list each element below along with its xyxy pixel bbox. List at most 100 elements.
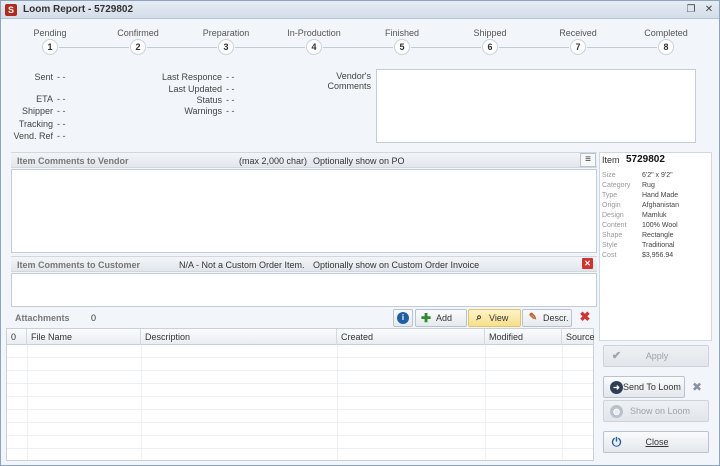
table-row[interactable] <box>7 345 593 358</box>
table-row[interactable] <box>7 410 593 423</box>
delete-icon: ✖ <box>579 309 591 324</box>
table-row[interactable] <box>7 358 593 371</box>
cancel-send-icon[interactable]: ✖ <box>690 380 704 394</box>
col-modified-header[interactable]: Modified <box>485 329 562 345</box>
show-on-loom-button[interactable]: ◍ Show on Loom <box>603 400 709 422</box>
attachments-count: 0 <box>91 313 97 323</box>
step-number-1: 1 <box>42 39 58 55</box>
close-button-label: Close <box>645 437 669 447</box>
delete-attachment-button[interactable]: ✖ <box>575 309 595 327</box>
step-connector <box>59 47 129 48</box>
prop-shape-value: Rectangle <box>642 232 674 239</box>
prop-cost-key: Cost <box>602 252 617 259</box>
customer-comments-input[interactable] <box>11 273 597 307</box>
col-index-header[interactable]: 0 <box>7 329 27 345</box>
status-value: - - <box>226 95 235 105</box>
restore-button[interactable]: ❐ <box>685 4 697 16</box>
vendor-section-title: Item Comments to Vendor <box>17 156 129 166</box>
table-row[interactable] <box>7 423 593 436</box>
step-connector <box>323 47 393 48</box>
send-to-loom-button[interactable]: ➜ Send To Loom <box>603 376 685 398</box>
last-updated-label: Last Updated <box>168 84 222 94</box>
step-label-shipped: Shipped <box>473 28 507 38</box>
item-detail-panel: Item 5729802 Size 6'2" x 9'2" Category R… <box>599 152 712 341</box>
last-response-value: - - <box>226 72 235 82</box>
prop-style-value: Traditional <box>642 242 675 249</box>
col-description-header[interactable]: Description <box>141 329 337 345</box>
attachments-title: Attachments <box>15 313 70 323</box>
not-custom-order-note: N/A - Not a Custom Order Item. <box>179 260 305 270</box>
vendor-comments-field[interactable] <box>376 69 696 143</box>
max-char-note: (max 2,000 char) <box>239 156 308 166</box>
plus-icon: ✚ <box>420 311 432 325</box>
step-connector <box>235 47 305 48</box>
window-title: Loom Report - 5729802 <box>23 4 134 15</box>
vendor-comments-label-line2: Comments <box>327 81 371 91</box>
attachments-grid[interactable]: 0 File Name Description Created Modified… <box>6 328 595 461</box>
step-number-8: 8 <box>658 39 674 55</box>
magnifier-icon: ⌕ <box>476 312 482 323</box>
prop-category-key: Category <box>602 182 631 189</box>
info-icon: i <box>397 312 409 324</box>
tracking-value: - - <box>57 119 66 129</box>
item-number: 5729802 <box>626 154 665 165</box>
prop-cost-value: $3,956.94 <box>642 252 674 259</box>
step-label-preparation: Preparation <box>202 28 250 38</box>
step-number-6: 6 <box>482 39 498 55</box>
col-source-header[interactable]: Source <box>562 329 595 345</box>
app-icon: S <box>5 4 17 16</box>
show-on-loom-label: Show on Loom <box>629 406 691 416</box>
close-window-button[interactable]: ✕ <box>703 4 715 16</box>
prop-design-value: Mamluk <box>642 212 667 219</box>
last-response-label: Last Responce <box>161 72 222 82</box>
title-bar: S Loom Report - 5729802 ❐ ✕ <box>1 1 719 19</box>
clear-customer-comments-icon[interactable]: ✕ <box>582 258 593 269</box>
menu-icon[interactable]: ≡ <box>580 153 596 167</box>
table-row[interactable] <box>7 397 593 410</box>
apply-button-label: Apply <box>645 351 669 361</box>
describe-attachment-button[interactable]: ✎ Descr. <box>522 309 572 327</box>
vendor-comments-header: Item Comments to Vendor (max 2,000 char)… <box>11 152 597 168</box>
vend-ref-label: Vend. Ref <box>13 131 53 141</box>
show-on-invoice-note: Optionally show on Custom Order Invoice <box>313 260 480 270</box>
pencil-icon: ✎ <box>528 312 538 323</box>
eta-value: - - <box>57 94 66 104</box>
step-label-completed: Completed <box>644 28 688 38</box>
info-button[interactable]: i <box>393 309 413 327</box>
col-created-header[interactable]: Created <box>337 329 485 345</box>
prop-origin-value: Afghanistan <box>642 202 679 209</box>
send-to-loom-label: Send To Loom <box>623 382 681 392</box>
step-connector <box>147 47 217 48</box>
last-updated-value: - - <box>226 84 235 94</box>
prop-size-value: 6'2" x 9'2" <box>642 172 673 179</box>
close-button[interactable]: ⏻ Close <box>603 431 709 453</box>
step-connector <box>587 47 657 48</box>
descr-button-label: Descr. <box>543 313 569 323</box>
table-row[interactable] <box>7 371 593 384</box>
view-attachment-button[interactable]: ⌕ View <box>468 309 521 327</box>
shipper-value: - - <box>57 106 66 116</box>
prop-content-value: 100% Wool <box>642 222 678 229</box>
customer-section-title: Item Comments to Customer <box>17 260 141 270</box>
table-row[interactable] <box>7 384 593 397</box>
prop-style-key: Style <box>602 242 618 249</box>
step-number-4: 4 <box>306 39 322 55</box>
vendor-comments-input[interactable] <box>11 169 597 253</box>
status-label: Status <box>196 95 222 105</box>
add-button-label: Add <box>436 313 453 323</box>
loom-report-window: S Loom Report - 5729802 ❐ ✕ Pending 1 Co… <box>0 0 720 466</box>
step-label-finished: Finished <box>384 28 420 38</box>
step-connector <box>411 47 481 48</box>
apply-button[interactable]: ✔ Apply <box>603 345 709 367</box>
prop-origin-key: Origin <box>602 202 621 209</box>
prop-type-value: Hand Made <box>642 192 679 199</box>
prop-size-key: Size <box>602 172 616 179</box>
step-number-5: 5 <box>394 39 410 55</box>
vendor-comments-label-line1: Vendor's <box>336 71 371 81</box>
table-row[interactable] <box>7 436 593 449</box>
prop-type-key: Type <box>602 192 618 199</box>
step-label-received: Received <box>559 28 597 38</box>
add-attachment-button[interactable]: ✚ Add <box>415 309 467 327</box>
col-file-name-header[interactable]: File Name <box>27 329 141 345</box>
prop-design-key: Design <box>602 212 624 219</box>
